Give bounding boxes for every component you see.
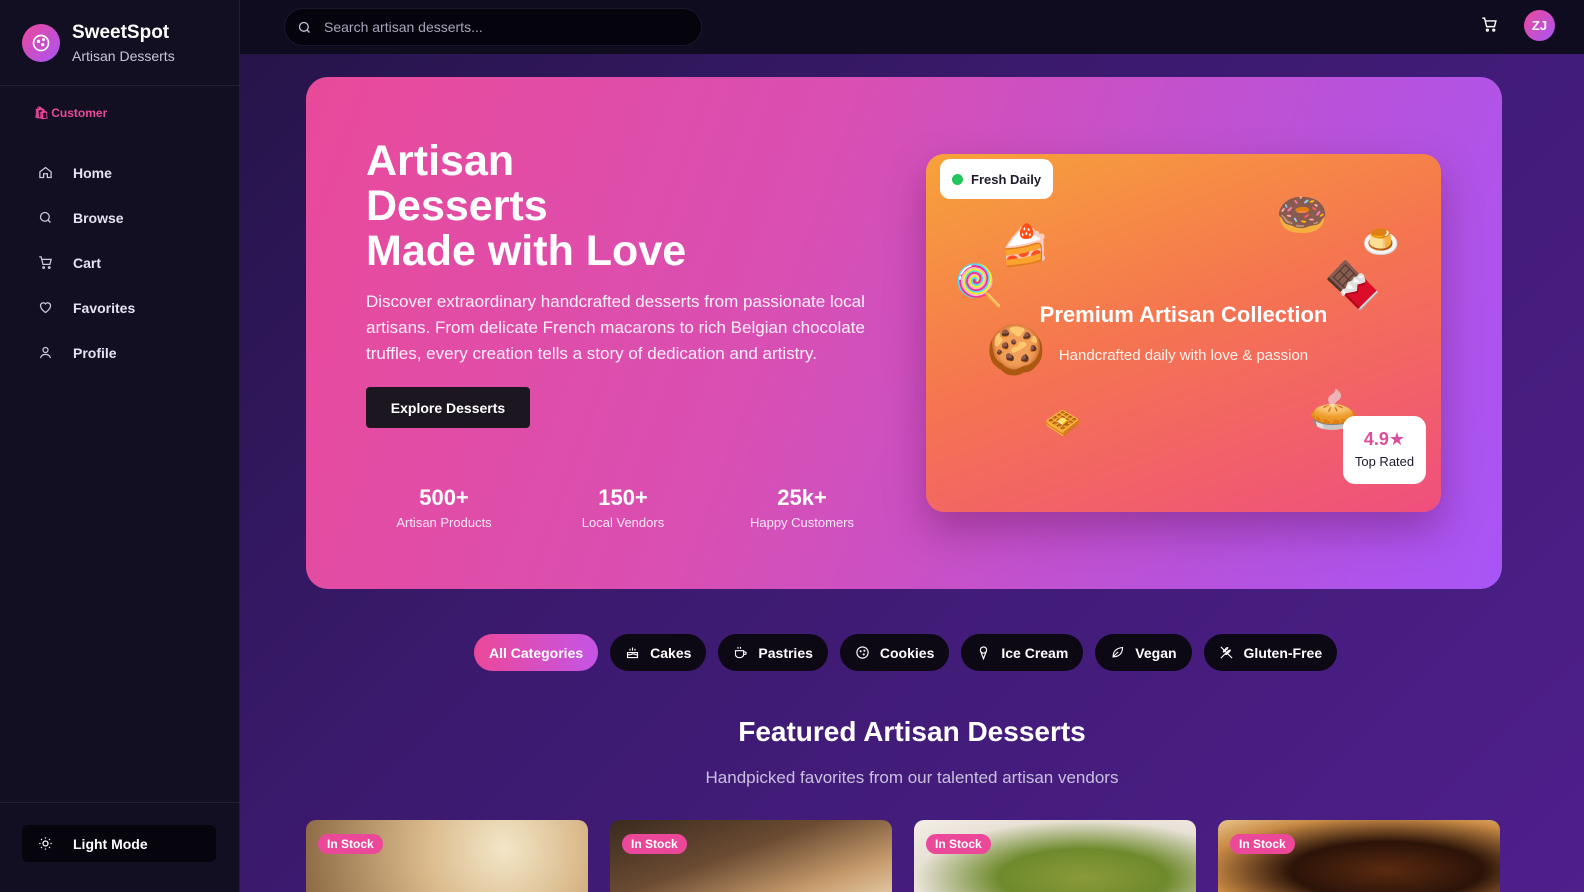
category-label: Cookies bbox=[879, 644, 935, 661]
product-grid: In Stock In Stock In Stock In Stock bbox=[306, 820, 1500, 892]
sidebar-item-label: Browse bbox=[73, 209, 124, 226]
category-gluten-free[interactable]: Gluten-Free bbox=[1203, 634, 1338, 671]
stat-label: Artisan Products bbox=[396, 515, 492, 530]
donut-icon: 🍩 bbox=[1276, 190, 1329, 239]
stat-label: Local Vendors bbox=[581, 515, 665, 530]
stock-badge: In Stock bbox=[1230, 834, 1295, 854]
avatar[interactable]: ZJ bbox=[1524, 10, 1555, 41]
hero-title-line: Made with Love bbox=[366, 227, 687, 275]
light-mode-label: Light Mode bbox=[73, 835, 148, 852]
hero-description: Discover extraordinary handcrafted desse… bbox=[366, 292, 865, 363]
stat-products: 500+ Artisan Products bbox=[369, 485, 519, 530]
featured-title: Featured Artisan Desserts bbox=[738, 716, 1086, 747]
stat-vendors: 150+ Local Vendors bbox=[548, 485, 698, 530]
explore-desserts-button[interactable]: Explore Desserts bbox=[366, 387, 530, 428]
stat-value: 150+ bbox=[598, 485, 648, 510]
brand-subtitle: Artisan Desserts bbox=[72, 47, 175, 64]
promo-subtitle: Handcrafted daily with love & passion bbox=[1058, 347, 1309, 364]
status-dot-icon bbox=[952, 173, 963, 185]
sidebar-item-home[interactable]: Home bbox=[0, 150, 239, 195]
stock-badge: In Stock bbox=[926, 834, 991, 854]
category-label: Pastries bbox=[758, 644, 813, 661]
product-card[interactable]: In Stock bbox=[610, 820, 892, 892]
role-label: Customer bbox=[51, 106, 108, 120]
category-label: Cakes bbox=[650, 644, 692, 661]
featured-subtitle: Handpicked favorites from our talented a… bbox=[705, 768, 1119, 787]
category-cakes[interactable]: Cakes bbox=[610, 634, 707, 671]
hero-title-line: Desserts bbox=[366, 182, 548, 230]
sidebar-item-label: Cart bbox=[73, 254, 102, 271]
hero-banner: Artisan Desserts Made with Love Discover… bbox=[306, 77, 1502, 589]
product-card[interactable]: In Stock bbox=[914, 820, 1196, 892]
pudding-icon: 🍮 bbox=[1362, 225, 1400, 260]
category-label: Gluten-Free bbox=[1243, 644, 1323, 661]
rating-label: Top Rated bbox=[1354, 454, 1415, 469]
leaf-icon bbox=[1112, 646, 1124, 658]
brand-name: SweetSpot bbox=[72, 21, 170, 43]
fresh-daily-badge: Fresh Daily bbox=[940, 159, 1054, 199]
cookie-icon bbox=[856, 646, 869, 659]
sidebar-item-label: Home bbox=[73, 164, 112, 181]
stat-value: 25k+ bbox=[777, 485, 827, 510]
home-icon bbox=[39, 166, 52, 179]
cart-button[interactable] bbox=[1481, 16, 1498, 38]
sidebar: SweetSpot Artisan Desserts 🛍 Customer Ho… bbox=[0, 0, 240, 892]
category-all[interactable]: All Categories bbox=[474, 634, 599, 671]
sidebar-item-browse[interactable]: Browse bbox=[0, 195, 239, 240]
stock-badge: In Stock bbox=[622, 834, 687, 854]
category-label: All Categories bbox=[489, 644, 584, 661]
heart-icon bbox=[39, 302, 52, 314]
brand[interactable]: SweetSpot Artisan Desserts bbox=[0, 0, 239, 86]
promo-title: Premium Artisan Collection bbox=[1039, 302, 1328, 327]
light-mode-toggle[interactable]: Light Mode bbox=[22, 825, 216, 862]
ice-cream-icon bbox=[980, 646, 988, 660]
sidebar-item-label: Favorites bbox=[73, 299, 136, 316]
sun-icon bbox=[39, 837, 52, 850]
sidebar-item-cart[interactable]: Cart bbox=[0, 240, 239, 285]
promo-card[interactable]: Fresh Daily 🍰 🍩 🍮 🍭 🍫 🍪 🥧 🧇 Premium Arti… bbox=[926, 154, 1441, 512]
main-content: ZJ Artisan Desserts Made with Love Disco… bbox=[240, 0, 1584, 892]
category-pastries[interactable]: Pastries bbox=[718, 634, 828, 671]
stock-badge: In Stock bbox=[318, 834, 383, 854]
category-filter: All Categories Cakes Pastries Cookies Ic… bbox=[474, 634, 1338, 671]
sidebar-item-label: Profile bbox=[73, 344, 117, 361]
role-badge: 🛍 Customer bbox=[0, 90, 239, 136]
cart-icon bbox=[39, 256, 52, 269]
category-cookies[interactable]: Cookies bbox=[839, 634, 950, 671]
category-vegan[interactable]: Vegan bbox=[1095, 634, 1192, 671]
lollipop-icon: 🍭 bbox=[954, 263, 1004, 309]
product-card[interactable]: In Stock bbox=[1218, 820, 1500, 892]
sidebar-nav: Home Browse Cart Favorites Profile bbox=[0, 150, 239, 375]
rating-badge: 4.9★ Top Rated bbox=[1343, 416, 1426, 484]
search-icon bbox=[39, 211, 51, 223]
user-icon bbox=[39, 346, 52, 359]
waffle-icon: 🧇 bbox=[1044, 406, 1082, 441]
hero-title: Artisan Desserts Made with Love bbox=[366, 139, 686, 274]
category-ice-cream[interactable]: Ice Cream bbox=[961, 634, 1084, 671]
fresh-daily-label: Fresh Daily bbox=[971, 171, 1042, 187]
search-input[interactable] bbox=[324, 19, 684, 35]
sidebar-footer: Light Mode bbox=[0, 802, 239, 892]
cookie-logo-icon bbox=[22, 23, 60, 62]
search-bar bbox=[284, 8, 702, 46]
sidebar-item-favorites[interactable]: Favorites bbox=[0, 285, 239, 330]
coffee-icon bbox=[735, 646, 748, 659]
top-bar: ZJ bbox=[240, 0, 1584, 54]
shopping-bag-icon: 🛍 bbox=[34, 106, 50, 120]
product-card[interactable]: In Stock bbox=[306, 820, 588, 892]
cart-icon bbox=[1482, 17, 1497, 32]
rating-value: 4.9★ bbox=[1363, 429, 1406, 449]
stat-value: 500+ bbox=[419, 485, 469, 510]
sidebar-item-profile[interactable]: Profile bbox=[0, 330, 239, 375]
category-label: Ice Cream bbox=[1001, 644, 1069, 661]
stat-customers: 25k+ Happy Customers bbox=[727, 485, 877, 530]
search-icon bbox=[298, 21, 310, 33]
hero-title-line: Artisan bbox=[366, 137, 515, 185]
wheat-icon bbox=[1220, 646, 1233, 659]
category-label: Vegan bbox=[1135, 644, 1177, 661]
cake-icon: 🍰 bbox=[1000, 223, 1050, 269]
cake-icon bbox=[627, 647, 639, 659]
stat-label: Happy Customers bbox=[749, 515, 855, 530]
